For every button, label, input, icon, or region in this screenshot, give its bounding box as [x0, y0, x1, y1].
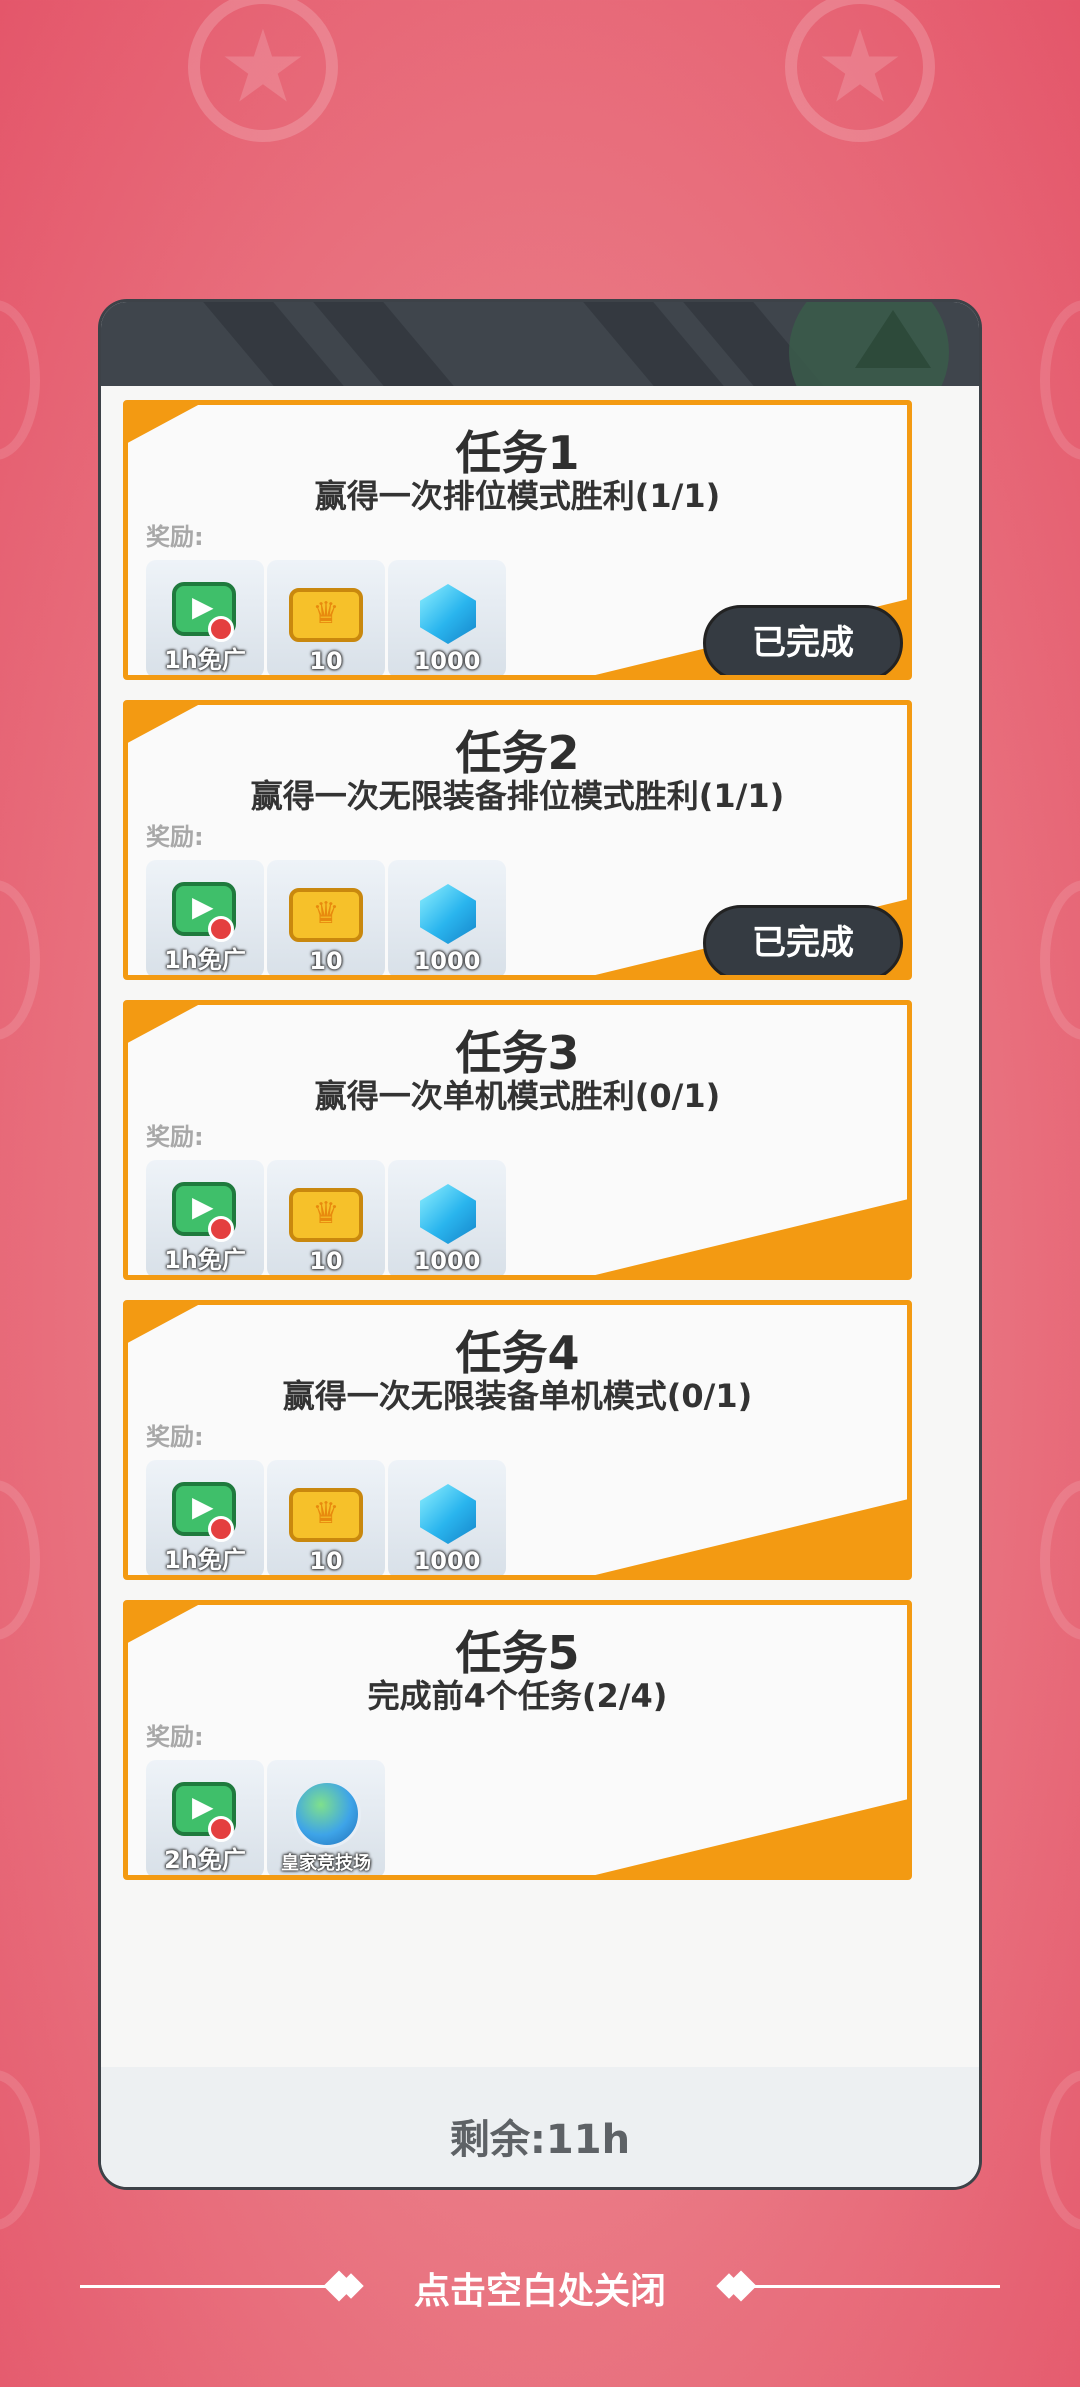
- reward-item: ♛ 10: [267, 1160, 385, 1275]
- task-title: 任务3: [455, 1026, 580, 1080]
- task-description: 赢得一次单机模式胜利(0/1): [314, 1077, 721, 1115]
- reward-label: 奖励:: [146, 823, 204, 851]
- reward-item: 皇家竞技场: [267, 1760, 385, 1875]
- task-description: 赢得一次无限装备排位模式胜利(1/1): [250, 777, 785, 815]
- reward-item: 1h免广: [146, 560, 264, 675]
- reward-item: ♛ 10: [267, 560, 385, 675]
- reward-item: 1000: [388, 860, 506, 975]
- completed-badge: 已完成: [703, 605, 903, 675]
- task-panel: 任务1 赢得一次排位模式胜利(1/1) 奖励: 1h免广 ♛ 10 1000 已…: [101, 302, 979, 2187]
- reward-item: 1000: [388, 1160, 506, 1275]
- reward-count: 1000: [413, 647, 481, 675]
- remaining-time: 剩余:11h: [449, 2117, 631, 2163]
- reward-item: ♛ 10: [267, 860, 385, 975]
- no-ads-icon: [208, 1516, 234, 1542]
- task-card: 任务1 赢得一次排位模式胜利(1/1) 奖励: 1h免广 ♛ 10 1000 已…: [123, 400, 912, 680]
- reward-item: 1h免广: [146, 1460, 264, 1575]
- task-title: 任务1: [455, 426, 580, 480]
- task-description: 完成前4个任务(2/4): [367, 1677, 668, 1715]
- divider-right: [750, 2285, 1000, 2288]
- background-decoration: [1040, 2070, 1080, 2230]
- reward-list: 1h免广 ♛ 10 1000: [146, 860, 506, 975]
- background-decoration: [1040, 880, 1080, 1040]
- close-hint[interactable]: 点击空白处关闭: [0, 2262, 1080, 2314]
- panel-footer: 剩余:11h: [101, 2067, 979, 2187]
- reward-item: 1h免广: [146, 1160, 264, 1275]
- no-ads-icon: [208, 916, 234, 942]
- background-decoration: [0, 880, 40, 1040]
- background-decoration: [0, 300, 40, 460]
- background-decoration: [1040, 300, 1080, 460]
- task-title: 任务2: [455, 726, 580, 780]
- reward-label: 奖励:: [146, 1723, 204, 1751]
- completed-badge: 已完成: [703, 905, 903, 975]
- reward-list: 1h免广 ♛ 10 1000: [146, 1460, 506, 1575]
- reward-count: 1000: [413, 947, 481, 975]
- reward-list: 1h免广 ♛ 10 1000: [146, 560, 506, 675]
- reward-count: 1h免广: [164, 1246, 246, 1274]
- task-card: 任务4 赢得一次无限装备单机模式(0/1) 奖励: 1h免广 ♛ 10 1000: [123, 1300, 912, 1580]
- task-title: 任务4: [455, 1326, 580, 1380]
- reward-item: 1000: [388, 560, 506, 675]
- reward-label: 奖励:: [146, 523, 204, 551]
- reward-count: 10: [309, 947, 343, 975]
- task-card: 任务2 赢得一次无限装备排位模式胜利(1/1) 奖励: 1h免广 ♛ 10 10…: [123, 700, 912, 980]
- ticket-icon: ♛: [289, 1488, 363, 1542]
- reward-item: 2h免广: [146, 1760, 264, 1875]
- task-title: 任务5: [455, 1626, 580, 1680]
- gem-icon: [420, 884, 476, 944]
- reward-label: 奖励:: [146, 1423, 204, 1451]
- reward-count: 1h免广: [164, 946, 246, 974]
- task-description: 赢得一次无限装备单机模式(0/1): [282, 1377, 753, 1415]
- reward-list: 1h免广 ♛ 10 1000: [146, 1160, 506, 1275]
- reward-count: 10: [309, 647, 343, 675]
- background-decoration: [1040, 1480, 1080, 1640]
- gem-icon: [420, 1184, 476, 1244]
- reward-count: 10: [309, 1547, 343, 1575]
- reward-count: 2h免广: [164, 1846, 246, 1874]
- no-ads-icon: [208, 1216, 234, 1242]
- background-star-medal-icon: [785, 0, 935, 142]
- gem-icon: [420, 1484, 476, 1544]
- task-card: 任务3 赢得一次单机模式胜利(0/1) 奖励: 1h免广 ♛ 10 1000: [123, 1000, 912, 1280]
- reward-count: 1000: [413, 1247, 481, 1275]
- background-star-medal-icon: [188, 0, 338, 142]
- royal-arena-globe-icon: [293, 1780, 361, 1848]
- reward-item: 1000: [388, 1460, 506, 1575]
- ticket-icon: ♛: [289, 1188, 363, 1242]
- background-decoration: [0, 1480, 40, 1640]
- reward-count: 1000: [413, 1547, 481, 1575]
- no-ads-icon: [208, 616, 234, 642]
- ticket-icon: ♛: [289, 888, 363, 942]
- reward-item: ♛ 10: [267, 1460, 385, 1575]
- reward-count: 10: [309, 1247, 343, 1275]
- ticket-icon: ♛: [289, 588, 363, 642]
- task-description: 赢得一次排位模式胜利(1/1): [314, 477, 721, 515]
- reward-count: 1h免广: [164, 1546, 246, 1574]
- panel-header: [101, 302, 979, 386]
- reward-item: 1h免广: [146, 860, 264, 975]
- reward-count: 皇家竞技场: [281, 1853, 371, 1874]
- no-ads-icon: [208, 1816, 234, 1842]
- task-card: 任务5 完成前4个任务(2/4) 奖励: 2h免广 皇家竞技场: [123, 1600, 912, 1880]
- reward-count: 1h免广: [164, 646, 246, 674]
- background-decoration: [0, 2070, 40, 2230]
- reward-list: 2h免广 皇家竞技场: [146, 1760, 385, 1875]
- reward-label: 奖励:: [146, 1123, 204, 1151]
- gem-icon: [420, 584, 476, 644]
- header-triangle-icon: [855, 310, 931, 368]
